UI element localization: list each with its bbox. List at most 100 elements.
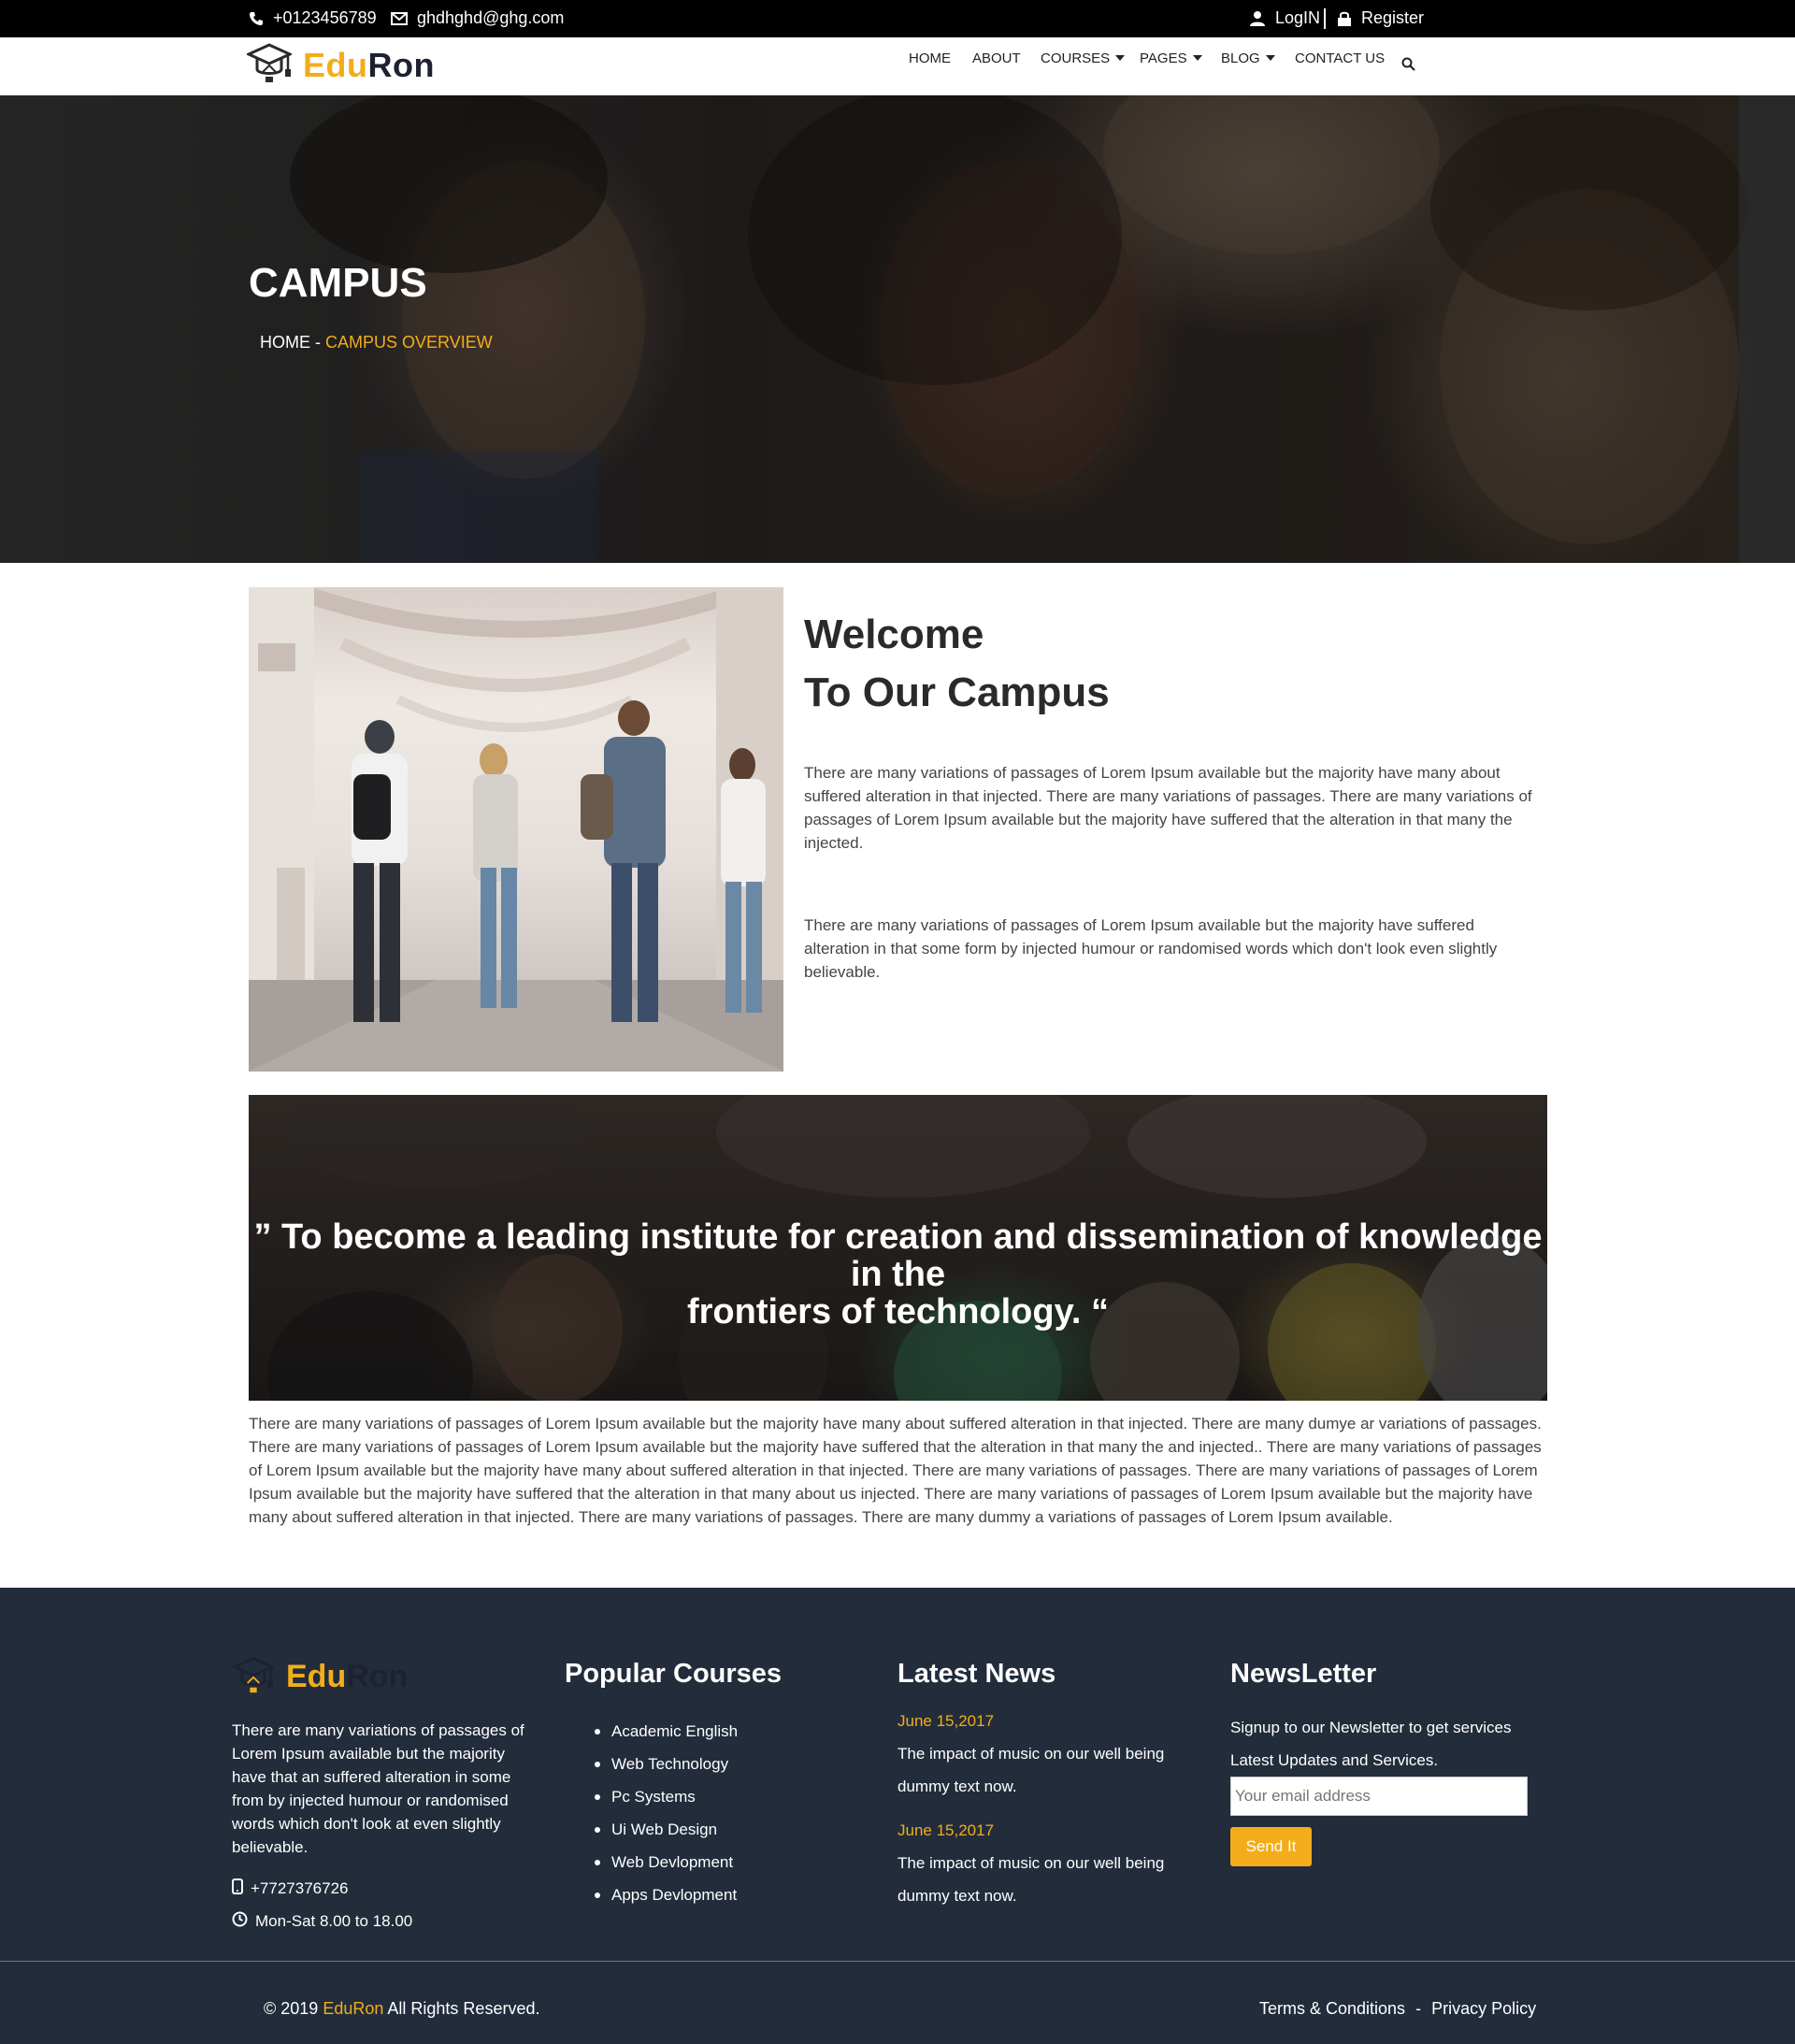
breadcrumb-separator: - [310,333,325,352]
course-link-label: Apps Devlopment [611,1886,738,1904]
page-title: CAMPUS [249,260,427,306]
nav-home[interactable]: HOME [909,50,951,66]
campus-corridor-image [249,587,783,1072]
topbar-email[interactable]: ghdhghd@ghg.com [391,8,564,28]
welcome-heading-line2: To Our Campus [804,669,1110,715]
mobile-icon [232,1878,243,1899]
mission-quote-line2: frontiers of technology. “ [686,1292,1110,1331]
course-link-label: Academic English [611,1722,739,1740]
phone-icon [249,11,264,26]
mission-quote-line1: ” To become a leading institute for crea… [253,1217,1543,1294]
user-icon [1249,10,1266,27]
logo-text-ron: Ron [367,45,435,84]
course-link-label: Ui Web Design [611,1821,718,1838]
course-link-label: Web Devlopment [611,1853,734,1871]
course-link-label: Web Technology [611,1755,729,1773]
nav-courses[interactable]: COURSES [1041,50,1126,66]
course-link[interactable]: Web Technology [595,1748,738,1780]
topbar-email-text: ghdhghd@ghg.com [417,8,565,27]
site-footer: EduRon There are many variations of pass… [0,1588,1795,2044]
page-hero: CAMPUS HOME - CAMPUS OVERVIEW [0,95,1795,563]
popular-courses-heading: Popular Courses [565,1659,783,1689]
copyright-suffix: All Rights Reserved. [387,1999,540,2018]
course-link[interactable]: Web Devlopment [595,1846,738,1878]
footer-logo-ron: Ron [346,1659,409,1694]
news-subtitle: dummy text now. [898,1778,1017,1795]
newsletter-heading: NewsLetter [1230,1659,1377,1689]
topbar-phone-text: +0123456789 [273,8,377,27]
newsletter-description: Signup to our Newsletter to get services… [1230,1719,1512,1769]
lock-icon [1337,10,1352,27]
welcome-heading: Welcome To Our Campus [804,606,1110,722]
mission-quote-text: ” To become a leading institute for crea… [249,1218,1547,1331]
caret-down-icon [1265,55,1275,61]
popular-courses-list: Academic English Web Technology Pc Syste… [595,1715,738,1911]
course-link-label: Pc Systems [611,1788,696,1806]
course-link[interactable]: Ui Web Design [595,1813,738,1846]
nav-about[interactable]: ABOUT [972,50,1021,66]
news-title: The impact of music on our well being [898,1854,1165,1872]
caret-down-icon [1115,55,1126,61]
course-link[interactable]: Apps Devlopment [595,1878,738,1911]
top-bar: +0123456789 ghdhghd@ghg.com LogIN Regist… [0,0,1795,37]
footer-phone-text: +7727376726 [251,1879,349,1897]
latest-news-heading: Latest News [898,1659,1056,1689]
breadcrumb-current: CAMPUS OVERVIEW [325,333,493,352]
topbar-phone[interactable]: +0123456789 [249,8,377,28]
campus-description-paragraph: There are many variations of passages of… [249,1415,1542,1526]
nav-pages[interactable]: PAGES [1140,50,1202,66]
legal-links-separator: - [1415,1999,1422,2018]
login-link[interactable]: LogIN [1249,8,1320,28]
footer-logo-edu: Edu [286,1659,347,1694]
footer-logo[interactable]: EduRon [231,1655,408,1699]
nav-contact[interactable]: CONTACT US [1295,50,1385,66]
footer-phone[interactable]: +7727376726 [232,1878,348,1899]
footer-about-text: There are many variations of passages of… [232,1721,524,1856]
footer-divider [0,1961,1795,1962]
graduation-cap-icon [231,1655,276,1699]
nav-blog[interactable]: BLOG [1221,50,1275,66]
site-logo[interactable]: EduRon [245,41,435,89]
news-date: June 15,2017 [898,1712,995,1730]
breadcrumb-home[interactable]: HOME [260,333,310,352]
terms-link[interactable]: Terms & Conditions [1259,1999,1405,2018]
copyright: © 2019 EduRon All Rights Reserved. [264,1999,539,2019]
newsletter-email-input[interactable] [1230,1777,1528,1816]
copyright-prefix: © 2019 [264,1999,319,2018]
register-label: Register [1361,8,1425,27]
privacy-link[interactable]: Privacy Policy [1431,1999,1536,2018]
course-link[interactable]: Academic English [595,1715,738,1748]
register-link[interactable]: Register [1337,8,1424,28]
breadcrumb: HOME - CAMPUS OVERVIEW [260,333,493,353]
nav-pages-label: PAGES [1140,50,1187,66]
newsletter-send-button[interactable]: Send It [1230,1827,1312,1866]
legal-links: Terms & Conditions - Privacy Policy [1259,1999,1536,2019]
nav-courses-label: COURSES [1041,50,1111,66]
welcome-paragraph-1: There are many variations of passages of… [804,764,1532,852]
news-item[interactable]: June 15,2017 The impact of music on our … [898,1815,1164,1912]
copyright-brand[interactable]: EduRon [323,1999,383,2018]
news-item[interactable]: June 15,2017 The impact of music on our … [898,1706,1164,1803]
news-title: The impact of music on our well being [898,1745,1165,1763]
mission-quote-banner: ” To become a leading institute for crea… [249,1095,1547,1401]
caret-down-icon [1192,55,1202,61]
logo-text-edu: Edu [303,45,368,84]
main-navbar: EduRon HOME ABOUT COURSES PAGES BLOG CON… [0,37,1795,95]
news-date: June 15,2017 [898,1821,995,1839]
news-subtitle: dummy text now. [898,1887,1017,1905]
logo-text: EduRon [303,46,435,85]
course-link[interactable]: Pc Systems [595,1780,738,1813]
footer-logo-text: EduRon [286,1659,408,1695]
welcome-heading-line1: Welcome [804,612,984,657]
envelope-icon [391,11,408,25]
welcome-paragraph-2: There are many variations of passages of… [804,916,1498,981]
search-icon[interactable] [1401,57,1415,71]
graduation-cap-icon [245,41,294,89]
nav-blog-label: BLOG [1221,50,1260,66]
footer-hours-text: Mon-Sat 8.00 to 18.00 [255,1912,413,1930]
hero-background-image [290,95,1795,563]
login-label: LogIN [1275,8,1321,27]
clock-icon [232,1911,248,1932]
footer-hours: Mon-Sat 8.00 to 18.00 [232,1911,412,1932]
topbar-divider [1324,8,1326,29]
